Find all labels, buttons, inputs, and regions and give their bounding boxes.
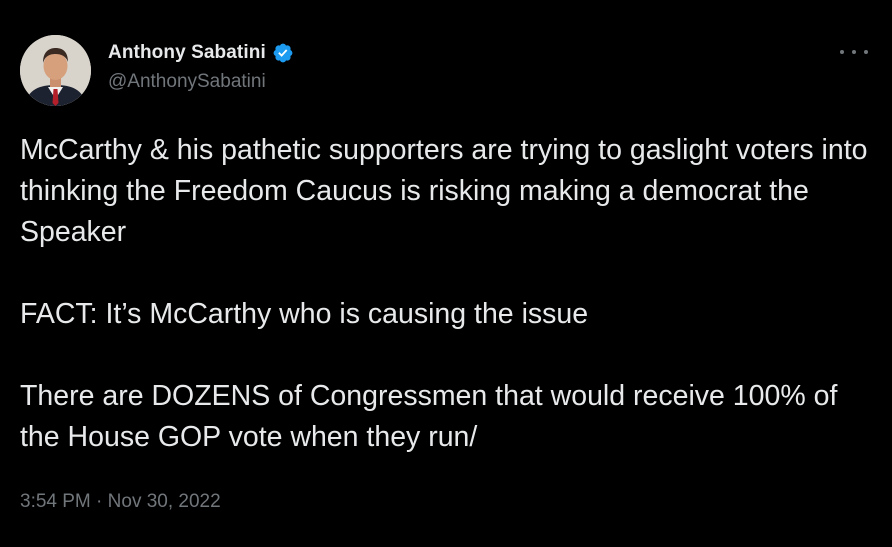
more-dot (864, 50, 868, 54)
display-name[interactable]: Anthony Sabatini (108, 42, 266, 64)
verified-badge-icon (272, 42, 294, 64)
handle[interactable]: @AnthonySabatini (108, 71, 294, 93)
tweet-timestamp: 3:54 PM · Nov 30, 2022 (20, 491, 221, 513)
tweet-date[interactable]: Nov 30, 2022 (108, 491, 221, 512)
more-dot (840, 50, 844, 54)
tweet-time[interactable]: 3:54 PM (20, 491, 91, 512)
tweet-text: McCarthy & his pathetic supporters are t… (20, 130, 880, 458)
more-dot (852, 50, 856, 54)
more-options-icon[interactable] (840, 42, 868, 62)
author-block: Anthony Sabatini @AnthonySabatini (108, 40, 294, 93)
tweet-paragraph: FACT: It’s McCarthy who is causing the i… (20, 298, 589, 330)
tweet-paragraph: McCarthy & his pathetic supporters are t… (20, 134, 868, 248)
name-row: Anthony Sabatini (108, 40, 294, 66)
avatar[interactable] (20, 35, 91, 106)
avatar-image (20, 35, 91, 106)
meta-separator: · (96, 491, 103, 512)
tweet-card: Anthony Sabatini @AnthonySabatini McCart… (0, 0, 892, 547)
tweet-paragraph: There are DOZENS of Congressmen that wou… (20, 380, 838, 453)
